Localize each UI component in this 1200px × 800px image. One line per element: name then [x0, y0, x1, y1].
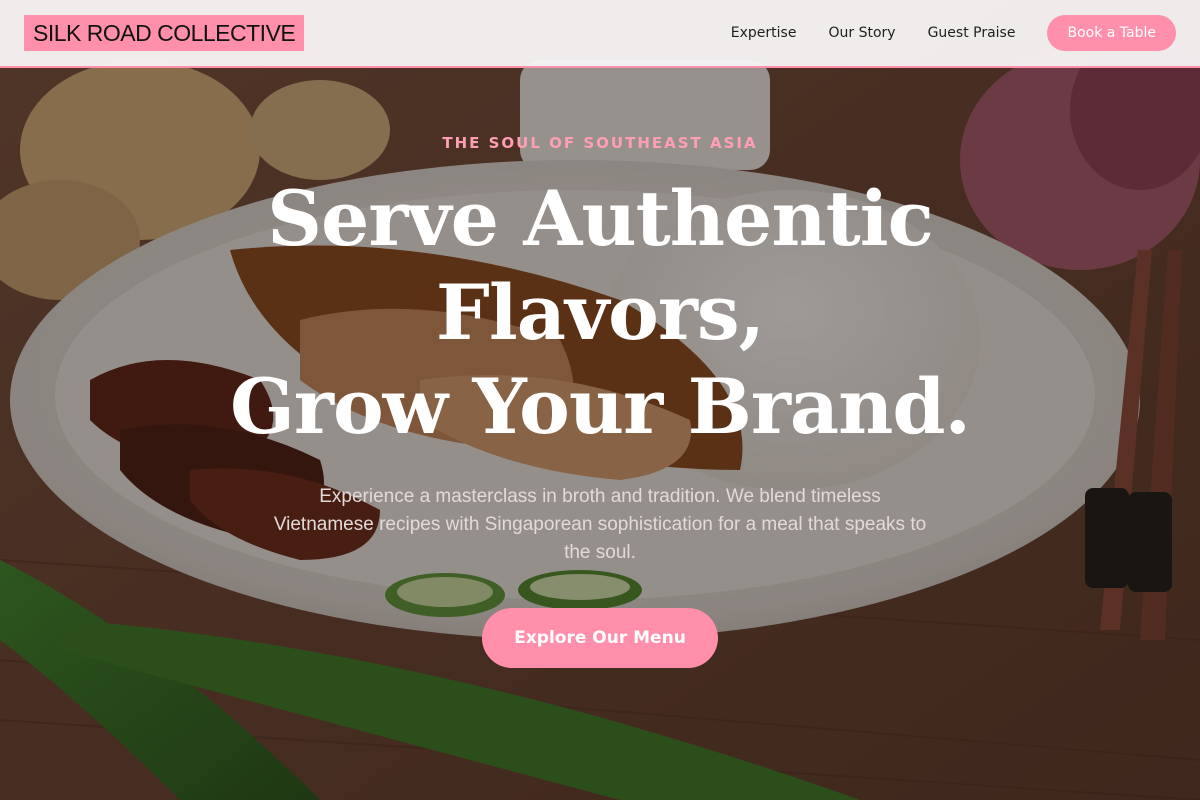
nav-link-expertise[interactable]: Expertise: [731, 25, 797, 41]
hero-headline: Serve Authentic Flavors, Grow Your Brand…: [100, 172, 1100, 454]
hero-description: Experience a masterclass in broth and tr…: [273, 486, 927, 563]
nav-link-our-story[interactable]: Our Story: [828, 25, 895, 41]
primary-nav: Expertise Our Story Guest Praise Book a …: [731, 15, 1176, 51]
hero-section: THE SOUL OF SOUTHEAST ASIA Serve Authent…: [0, 68, 1200, 800]
brand-logo[interactable]: SILK ROAD COLLECTIVE: [24, 15, 305, 51]
headline-line-2: Flavors,: [435, 268, 765, 357]
site-header: SILK ROAD COLLECTIVE Expertise Our Story…: [0, 0, 1200, 68]
headline-line-3: Grow Your Brand.: [230, 362, 971, 451]
headline-line-1: Serve Authentic: [267, 174, 934, 263]
nav-link-guest-praise[interactable]: Guest Praise: [928, 25, 1016, 41]
book-table-button[interactable]: Book a Table: [1047, 15, 1176, 51]
explore-menu-button[interactable]: Explore Our Menu: [482, 608, 718, 668]
hero-eyebrow: THE SOUL OF SOUTHEAST ASIA: [442, 134, 758, 152]
